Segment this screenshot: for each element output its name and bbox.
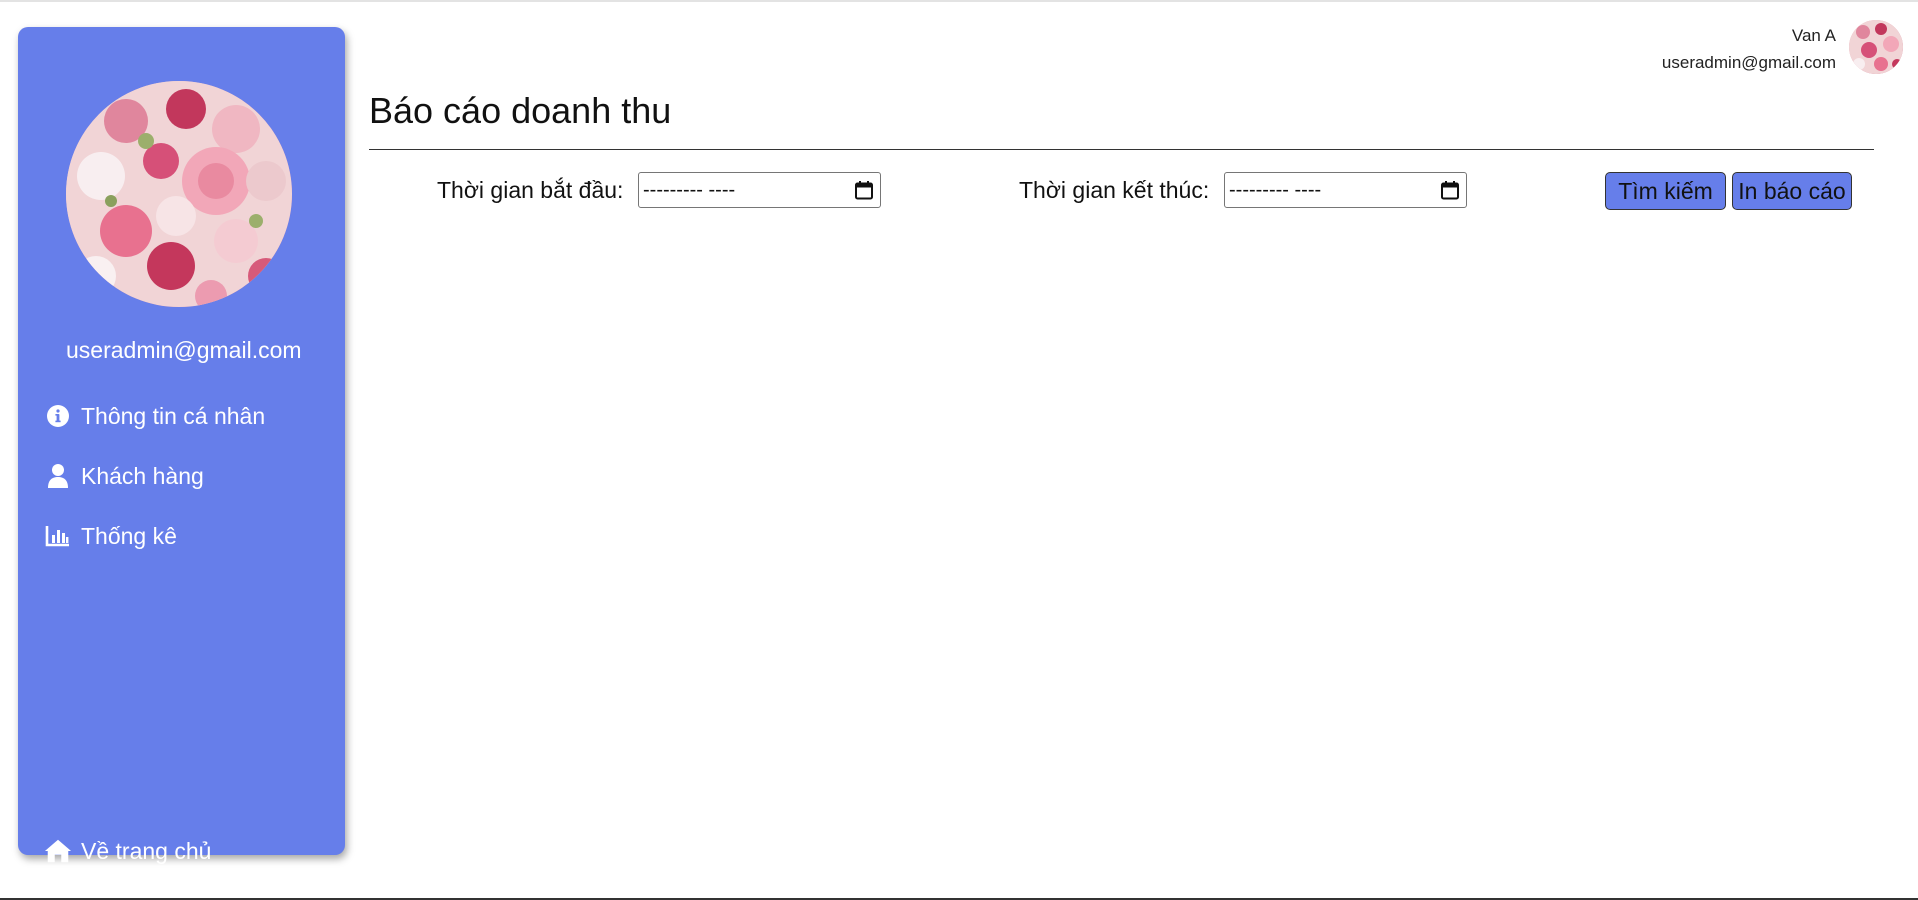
home-icon (44, 837, 72, 865)
sidebar-item-label: Thống kê (81, 522, 177, 549)
avatar[interactable] (1849, 20, 1903, 74)
user-icon (44, 462, 72, 490)
sidebar-item-personal-info[interactable]: Thông tin cá nhân (44, 400, 265, 432)
end-date-value: --------- ---- (1229, 178, 1322, 201)
print-report-button[interactable]: In báo cáo (1732, 172, 1852, 210)
profile-avatar (66, 81, 292, 307)
page-title: Báo cáo doanh thu (369, 90, 672, 131)
end-date-label: Thời gian kết thúc: (1019, 177, 1210, 203)
title-divider (369, 149, 1874, 150)
calendar-icon[interactable] (1440, 180, 1460, 200)
flower-bouquet-image (66, 81, 292, 307)
user-name: Van A (1791, 26, 1836, 45)
start-date-value: --------- ---- (643, 178, 736, 201)
sidebar-item-customers[interactable]: Khách hàng (44, 460, 204, 492)
user-info: Van A useradmin@gmail.com (1662, 22, 1836, 76)
profile-email: useradmin@gmail.com (66, 337, 302, 363)
sidebar-item-label: Khách hàng (81, 462, 204, 489)
flower-bouquet-image (1849, 20, 1903, 74)
user-email: useradmin@gmail.com (1661, 53, 1836, 72)
info-circle-icon (44, 402, 72, 430)
home-link[interactable]: Về trang chủ (44, 835, 211, 867)
sidebar-item-label: Thông tin cá nhân (81, 402, 266, 429)
home-link-label: Về trang chủ (81, 837, 212, 864)
search-button[interactable]: Tìm kiếm (1605, 172, 1726, 210)
start-date-label: Thời gian bắt đầu: (437, 177, 624, 203)
top-divider (0, 0, 1918, 2)
sidebar: useradmin@gmail.com Thông tin cá nhân Kh… (18, 27, 345, 864)
bar-chart-icon (44, 522, 72, 550)
calendar-icon[interactable] (854, 180, 874, 200)
sidebar-item-statistics[interactable]: Thống kê (44, 520, 177, 552)
end-date-input[interactable]: --------- ---- (1224, 172, 1467, 208)
start-date-input[interactable]: --------- ---- (638, 172, 881, 208)
